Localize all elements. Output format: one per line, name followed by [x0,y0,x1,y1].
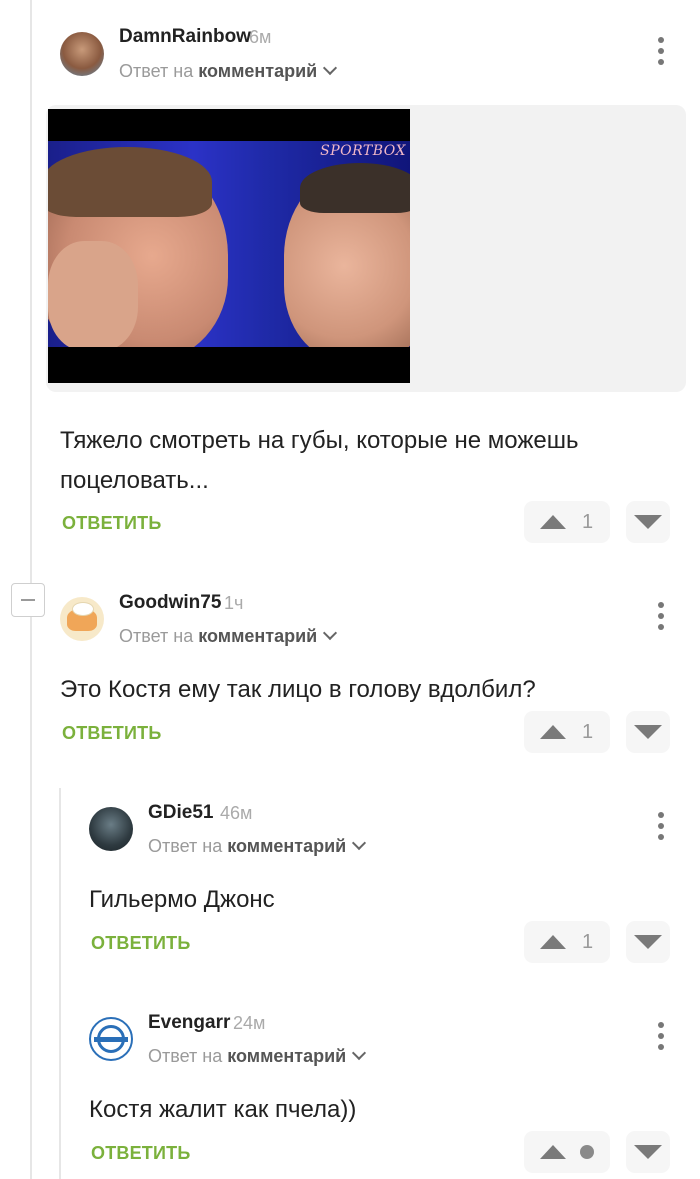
comment-text: Тяжело смотреть на губы, которые не може… [60,427,579,494]
chevron-down-icon [323,60,338,76]
nested-thread-line [59,788,61,1179]
timestamp: 46м [220,803,253,823]
avatar[interactable] [60,597,104,641]
reply-to-link[interactable]: Ответ на комментарий [119,625,338,647]
video-logo: SPORTBOX [320,143,406,159]
avatar[interactable] [89,1017,133,1061]
comment-text: Это Костя ему так лицо в голову вдолбил? [60,676,536,703]
avatar[interactable] [89,807,133,851]
username[interactable]: Evengarr [148,1012,230,1034]
chevron-down-icon [352,1045,367,1061]
downvote-button[interactable] [626,921,670,963]
comment-text: Гильермо Джонс [89,886,275,913]
upvote-button[interactable] [524,1131,610,1173]
upvote-button[interactable]: 1 [524,711,610,753]
reply-to-link[interactable]: Ответ на комментарий [119,60,338,82]
more-vertical-icon[interactable] [646,596,676,636]
chevron-down-icon [323,625,338,641]
more-vertical-icon[interactable] [646,31,676,71]
downvote-button[interactable] [626,711,670,753]
upvote-icon [540,725,566,739]
video-embed[interactable]: SPORTBOX [48,109,410,383]
upvote-icon [540,1145,566,1159]
reply-button[interactable]: ОТВЕТИТЬ [62,513,161,534]
vote-count: 1 [582,721,594,743]
reply-button[interactable]: ОТВЕТИТЬ [62,723,161,744]
collapse-icon[interactable] [11,583,45,617]
reply-button[interactable]: ОТВЕТИТЬ [91,1143,190,1164]
upvote-icon [540,515,566,529]
avatar[interactable] [60,32,104,76]
reply-to-link[interactable]: Ответ на комментарий [148,835,367,857]
chevron-down-icon [352,835,367,851]
timestamp: 1ч [224,593,244,613]
vote-count: 1 [582,511,594,533]
more-vertical-icon[interactable] [646,1016,676,1056]
downvote-icon [634,935,662,949]
upvote-button[interactable]: 1 [524,921,610,963]
username[interactable]: DamnRainbow [119,26,251,48]
timestamp: 24м [233,1013,266,1033]
comment-text: Костя жалит как пчела)) [89,1096,357,1123]
username[interactable]: Goodwin75 [119,592,221,614]
timestamp: 6м [249,27,272,47]
upvote-icon [540,935,566,949]
downvote-button[interactable] [626,1131,670,1173]
username[interactable]: GDie51 [148,802,213,824]
upvote-button[interactable]: 1 [524,501,610,543]
downvote-button[interactable] [626,501,670,543]
reply-button[interactable]: ОТВЕТИТЬ [91,933,190,954]
reply-to-link[interactable]: Ответ на комментарий [148,1045,367,1067]
vote-count: 1 [582,931,594,953]
downvote-icon [634,725,662,739]
more-vertical-icon[interactable] [646,806,676,846]
downvote-icon [634,515,662,529]
vote-pending-dot [580,1145,594,1159]
video-thumbnail: SPORTBOX [48,141,410,347]
downvote-icon [634,1145,662,1159]
